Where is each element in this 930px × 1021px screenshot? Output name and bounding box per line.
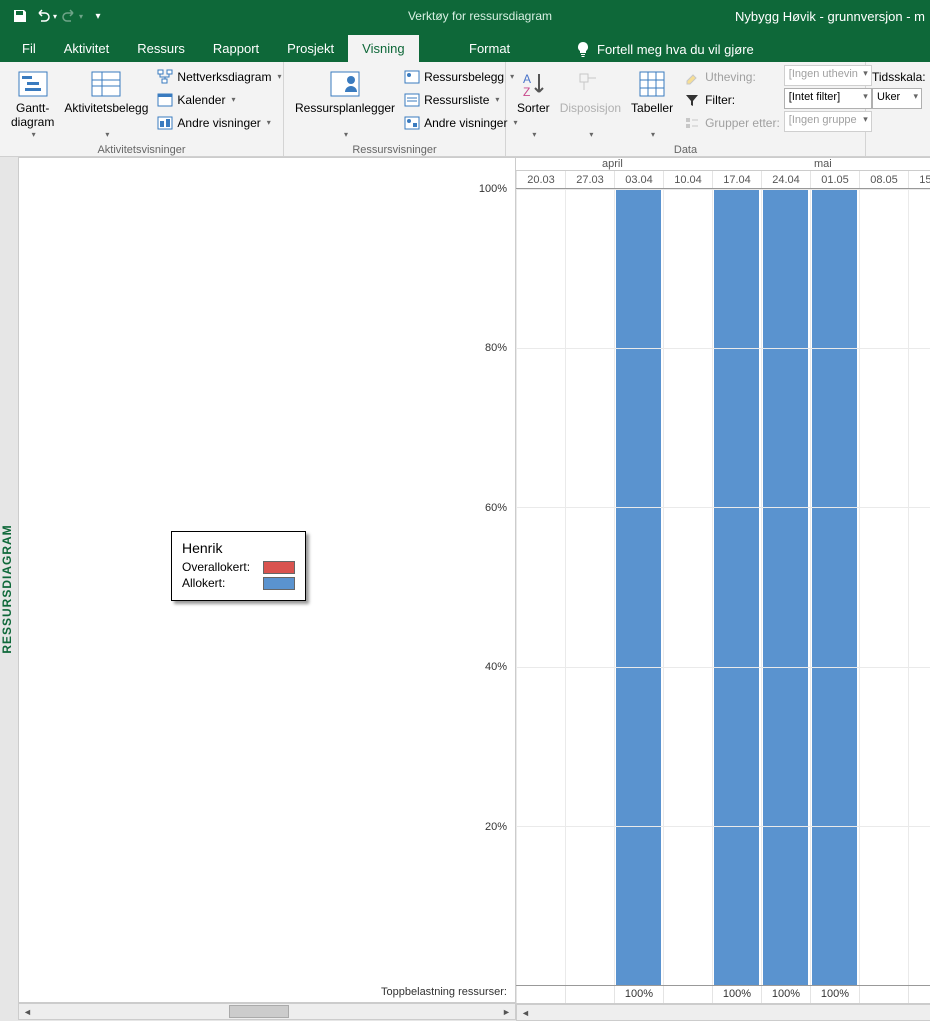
value-cell (565, 986, 614, 1003)
scroll-thumb[interactable] (229, 1005, 289, 1018)
chart-bar (763, 189, 808, 985)
left-pane: 100% 80% 60% 40% 20% Henrik Overallokert: Al… (18, 157, 516, 1003)
tabeller-button[interactable]: Tabeller▾ (626, 65, 678, 142)
month-label: mai (814, 158, 832, 170)
filter-icon (684, 92, 700, 108)
utheving-row: Utheving: (684, 65, 780, 88)
legend-allok-swatch (263, 577, 295, 590)
redo-button[interactable]: ▾ (60, 4, 84, 28)
value-cell: 100% (712, 986, 761, 1003)
y-axis-tick: 60% (485, 502, 507, 514)
chart-column (663, 189, 712, 985)
document-title: Nybygg Høvik - grunnversjon - m (735, 9, 925, 24)
qat-customize-button[interactable]: ▾ (86, 4, 110, 28)
tell-me-search[interactable]: Fortell meg hva du vil gjøre (570, 36, 759, 62)
value-cell: 100% (810, 986, 859, 1003)
tidsskala-select[interactable]: Uker (872, 88, 922, 109)
ressursliste-button[interactable]: Ressursliste▾ (400, 88, 521, 111)
value-cell (516, 986, 565, 1003)
gridline (516, 826, 930, 827)
scroll-left-button-2[interactable]: ◄ (517, 1005, 534, 1020)
legend-box: Henrik Overallokert: Allokert: (171, 531, 306, 601)
legend-resource-name: Henrik (182, 540, 295, 556)
legend-allok-label: Allokert: (182, 576, 225, 590)
value-cell: 100% (761, 986, 810, 1003)
tab-ressurs[interactable]: Ressurs (123, 35, 199, 62)
date-header-cell: 20.03 (516, 171, 565, 188)
scroll-right-button[interactable]: ► (498, 1004, 515, 1019)
chart-column (516, 189, 565, 985)
aktivitetsbelegg-button[interactable]: Aktivitetsbelegg▾ (59, 65, 153, 142)
andre-visninger-2-button[interactable]: Andre visninger▾ (400, 111, 521, 134)
group-data: Data (512, 142, 859, 158)
legend-over-swatch (263, 561, 295, 574)
date-header-cell: 27.03 (565, 171, 614, 188)
date-header-cell: 08.05 (859, 171, 908, 188)
y-axis-tick: 20% (485, 821, 507, 833)
filter-row: Filter: (684, 88, 780, 111)
andre-visninger-1-button[interactable]: Andre visninger▾ (153, 111, 285, 134)
ressursplanlegger-button[interactable]: Ressursplanlegger▾ (290, 65, 400, 142)
chart-column (908, 189, 930, 985)
group-icon (684, 115, 700, 131)
grupper-row: Grupper etter: (684, 111, 780, 134)
disposisjon-button[interactable]: Disposisjon▾ (555, 65, 626, 142)
tab-rapport[interactable]: Rapport (199, 35, 273, 62)
group-aktivitetsvisninger: Aktivitetsvisninger (6, 142, 277, 158)
left-scrollbar[interactable]: ◄ ► (18, 1003, 516, 1020)
value-cell (908, 986, 930, 1003)
undo-button[interactable]: ▾ (34, 4, 58, 28)
side-view-label: RESSURSDIAGRAM (0, 524, 14, 653)
tidsskala-label: Tidsskala: (872, 65, 926, 88)
chart-bar (714, 189, 759, 985)
gridline (516, 667, 930, 668)
highlight-icon (684, 69, 700, 85)
date-header-cell: 10.04 (663, 171, 712, 188)
tab-fil[interactable]: Fil (8, 35, 50, 62)
group-ressursvisninger: Ressursvisninger (290, 142, 499, 158)
value-cell (859, 986, 908, 1003)
ressursbelegg-button[interactable]: Ressursbelegg▾ (400, 65, 521, 88)
nettverksdiagram-button[interactable]: Nettverksdiagram▾ (153, 65, 285, 88)
date-header-cell: 15.05 (908, 171, 930, 188)
y-axis-tick: 80% (485, 342, 507, 354)
chart-column (565, 189, 614, 985)
tab-prosjekt[interactable]: Prosjekt (273, 35, 348, 62)
right-scrollbar[interactable]: ◄ (516, 1004, 930, 1021)
svg-text:Z: Z (523, 85, 530, 99)
tab-visning[interactable]: Visning (348, 35, 418, 62)
grupper-select[interactable]: [Ingen gruppe (784, 111, 872, 132)
gantt-diagram-button[interactable]: Gantt- diagram▾ (6, 65, 59, 142)
context-tool-label: Verktøy for ressursdiagram (405, 9, 555, 23)
sorter-button[interactable]: AZ Sorter▾ (512, 65, 555, 142)
chart-bar (812, 189, 857, 985)
date-header-cell: 17.04 (712, 171, 761, 188)
scroll-left-button[interactable]: ◄ (19, 1004, 36, 1019)
value-cell (663, 986, 712, 1003)
legend-over-label: Overallokert: (182, 560, 250, 574)
tab-format[interactable]: Format (455, 35, 524, 62)
filter-select[interactable]: [Intet filter] (784, 88, 872, 109)
date-header-cell: 24.04 (761, 171, 810, 188)
chart-pane: aprilmai 20.0327.0303.0410.0417.0424.040… (516, 157, 930, 1004)
y-axis-tick: 100% (479, 183, 507, 195)
lightbulb-icon (575, 41, 591, 57)
date-header-cell: 03.04 (614, 171, 663, 188)
value-cell: 100% (614, 986, 663, 1003)
chart-column (859, 189, 908, 985)
gridline (516, 507, 930, 508)
utheving-select[interactable]: [Ingen uthevin (784, 65, 872, 86)
gridline (516, 189, 930, 190)
chart-bar (616, 189, 661, 985)
month-label: april (602, 158, 623, 170)
date-header-cell: 01.05 (810, 171, 859, 188)
kalender-button[interactable]: Kalender▾ (153, 88, 285, 111)
tab-aktivitet[interactable]: Aktivitet (50, 35, 124, 62)
y-axis-tick: 40% (485, 661, 507, 673)
svg-text:A: A (523, 72, 531, 86)
footer-label: Toppbelastning ressurser: (381, 986, 507, 998)
save-icon[interactable] (8, 4, 32, 28)
gridline (516, 348, 930, 349)
